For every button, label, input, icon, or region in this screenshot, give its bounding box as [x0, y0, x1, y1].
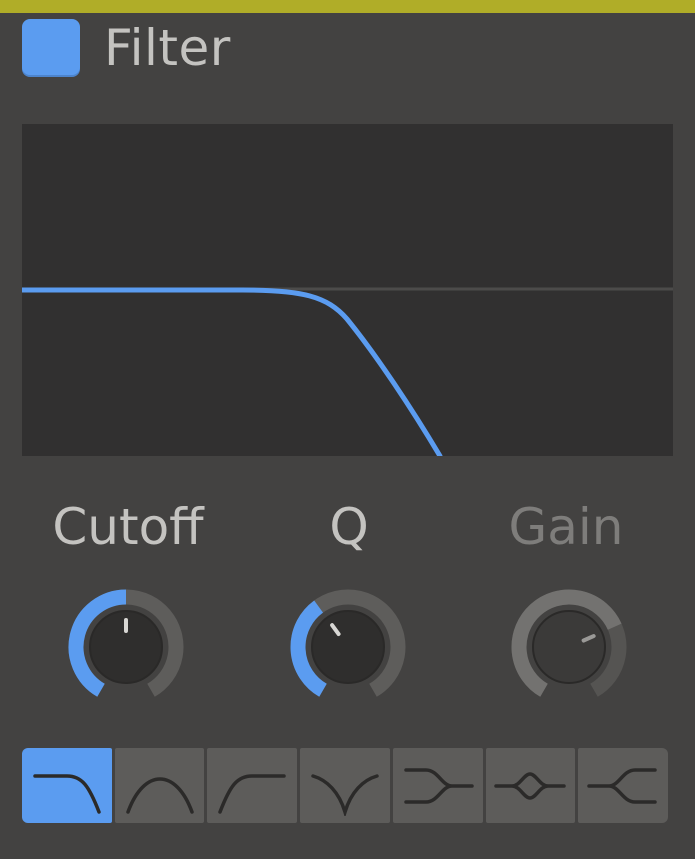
- lowpass-icon: [33, 773, 101, 814]
- filter-type-selector: [22, 748, 669, 823]
- bandpass-icon: [125, 776, 194, 814]
- response-curve: [22, 287, 443, 456]
- peak-icon: [494, 771, 567, 800]
- knob-cap: [532, 610, 606, 684]
- filter-type-low-shelf-button[interactable]: [392, 748, 483, 823]
- frequency-response-graph[interactable]: [22, 124, 673, 456]
- knob-cap: [311, 610, 385, 684]
- filter-type-highpass-button[interactable]: [207, 748, 298, 823]
- q-label: Q: [329, 498, 369, 556]
- enable-toggle[interactable]: [22, 19, 80, 77]
- filter-type-bandpass-button[interactable]: [114, 748, 205, 823]
- module-title: Filter: [104, 19, 231, 77]
- low-shelf-icon: [403, 767, 474, 804]
- filter-type-high-shelf-button[interactable]: [578, 748, 669, 823]
- gain-knob[interactable]: [507, 585, 631, 709]
- highpass-icon: [218, 773, 287, 814]
- cutoff-label: Cutoff: [52, 498, 204, 556]
- module-header: Filter: [22, 18, 231, 78]
- q-knob[interactable]: [286, 585, 410, 709]
- notch-icon: [311, 773, 379, 816]
- cutoff-knob[interactable]: [64, 585, 188, 709]
- gain-label: Gain: [508, 498, 624, 556]
- filter-type-lowpass-button[interactable]: [22, 748, 112, 823]
- filter-type-peak-button[interactable]: [485, 748, 576, 823]
- accent-bar: [0, 0, 695, 13]
- frequency-response-svg: [22, 287, 673, 456]
- high-shelf-icon: [587, 767, 657, 804]
- filter-type-notch-button[interactable]: [300, 748, 390, 823]
